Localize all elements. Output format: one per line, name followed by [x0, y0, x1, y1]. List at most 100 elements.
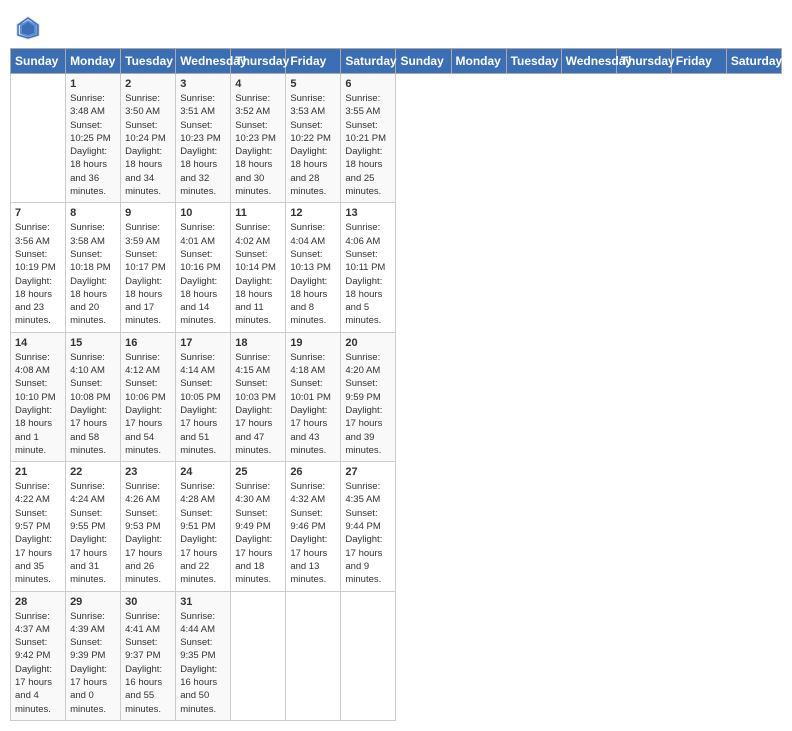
day-info: Sunrise: 3:52 AM Sunset: 10:23 PM Daylig… [235, 92, 281, 198]
day-info: Sunrise: 4:39 AM Sunset: 9:39 PM Dayligh… [70, 610, 116, 716]
day-info: Sunrise: 4:04 AM Sunset: 10:13 PM Daylig… [290, 221, 336, 327]
calendar-cell: 17Sunrise: 4:14 AM Sunset: 10:05 PM Dayl… [176, 332, 231, 461]
calendar-week-5: 28 Sunrise: 4:37 AM Sunset: 9:42 PM Dayli… [11, 591, 782, 720]
day-number: 11 [235, 207, 281, 219]
calendar-cell: 18 Sunrise: 4:15 AM Sunset: 10:03 PM Dayl… [231, 332, 286, 461]
day-number: 12 [290, 207, 336, 219]
calendar-cell: 25 Sunrise: 4:30 AM Sunset: 9:49 PM Dayli… [231, 462, 286, 591]
column-header-tuesday: Tuesday [121, 49, 176, 74]
column-header-thursday: Thursday [231, 49, 286, 74]
day-number: 8 [70, 207, 116, 219]
day-info: Sunrise: 3:48 AM Sunset: 10:25 PM Daylig… [70, 92, 116, 198]
day-info: Sunrise: 3:51 AM Sunset: 10:23 PM Daylig… [180, 92, 226, 198]
calendar-cell: 10Sunrise: 4:01 AM Sunset: 10:16 PM Dayl… [176, 203, 231, 332]
day-info: Sunrise: 4:32 AM Sunset: 9:46 PM Dayligh… [290, 480, 336, 586]
day-number: 22 [70, 466, 116, 478]
day-info: Sunrise: 4:15 AM Sunset: 10:03 PM Daylig… [235, 351, 281, 457]
day-info: Sunrise: 4:18 AM Sunset: 10:01 PM Daylig… [290, 351, 336, 457]
day-number: 26 [290, 466, 336, 478]
day-number: 19 [290, 337, 336, 349]
day-info: Sunrise: 4:12 AM Sunset: 10:06 PM Daylig… [125, 351, 171, 457]
calendar-cell: 27 Sunrise: 4:35 AM Sunset: 9:44 PM Dayli… [341, 462, 396, 591]
day-info: Sunrise: 4:28 AM Sunset: 9:51 PM Dayligh… [180, 480, 226, 586]
day-number: 3 [180, 78, 226, 90]
calendar-cell: 22 Sunrise: 4:24 AM Sunset: 9:55 PM Dayli… [66, 462, 121, 591]
day-number: 31 [180, 596, 226, 608]
calendar-cell: 31Sunrise: 4:44 AM Sunset: 9:35 PM Dayli… [176, 591, 231, 720]
column-header-monday: Monday [451, 49, 506, 74]
calendar-cell: 5 Sunrise: 3:53 AM Sunset: 10:22 PM Dayli… [286, 74, 341, 203]
day-info: Sunrise: 4:35 AM Sunset: 9:44 PM Dayligh… [345, 480, 391, 586]
day-info: Sunrise: 4:02 AM Sunset: 10:14 PM Daylig… [235, 221, 281, 327]
day-number: 7 [15, 207, 61, 219]
logo-icon [14, 14, 42, 42]
calendar-cell [231, 591, 286, 720]
calendar-cell: 7 Sunrise: 3:56 AM Sunset: 10:19 PM Dayli… [11, 203, 66, 332]
calendar-cell: 24 Sunrise: 4:28 AM Sunset: 9:51 PM Dayli… [176, 462, 231, 591]
calendar-header-row: SundayMondayTuesdayWednesdayThursdayFrid… [11, 49, 782, 74]
day-number: 21 [15, 466, 61, 478]
column-header-tuesday: Tuesday [506, 49, 561, 74]
calendar-week-1: 1 Sunrise: 3:48 AM Sunset: 10:25 PM Dayli… [11, 74, 782, 203]
calendar-cell: 19 Sunrise: 4:18 AM Sunset: 10:01 PM Dayl… [286, 332, 341, 461]
day-info: Sunrise: 4:26 AM Sunset: 9:53 PM Dayligh… [125, 480, 171, 586]
calendar-cell: 21Sunrise: 4:22 AM Sunset: 9:57 PM Dayli… [11, 462, 66, 591]
calendar-cell: 23 Sunrise: 4:26 AM Sunset: 9:53 PM Dayli… [121, 462, 176, 591]
day-number: 24 [180, 466, 226, 478]
day-number: 23 [125, 466, 171, 478]
day-info: Sunrise: 4:30 AM Sunset: 9:49 PM Dayligh… [235, 480, 281, 586]
day-number: 14 [15, 337, 61, 349]
calendar-cell [11, 74, 66, 203]
day-info: Sunrise: 3:56 AM Sunset: 10:19 PM Daylig… [15, 221, 61, 327]
day-info: Sunrise: 3:58 AM Sunset: 10:18 PM Daylig… [70, 221, 116, 327]
column-header-saturday: Saturday [341, 49, 396, 74]
calendar-cell: 26 Sunrise: 4:32 AM Sunset: 9:46 PM Dayli… [286, 462, 341, 591]
day-number: 4 [235, 78, 281, 90]
day-number: 5 [290, 78, 336, 90]
day-number: 28 [15, 596, 61, 608]
calendar-week-2: 7 Sunrise: 3:56 AM Sunset: 10:19 PM Dayli… [11, 203, 782, 332]
day-info: Sunrise: 3:59 AM Sunset: 10:17 PM Daylig… [125, 221, 171, 327]
day-info: Sunrise: 4:08 AM Sunset: 10:10 PM Daylig… [15, 351, 61, 457]
column-header-wednesday: Wednesday [561, 49, 616, 74]
day-info: Sunrise: 4:24 AM Sunset: 9:55 PM Dayligh… [70, 480, 116, 586]
day-number: 18 [235, 337, 281, 349]
calendar-cell: 20 Sunrise: 4:20 AM Sunset: 9:59 PM Dayli… [341, 332, 396, 461]
calendar-cell: 28 Sunrise: 4:37 AM Sunset: 9:42 PM Dayli… [11, 591, 66, 720]
day-number: 10 [180, 207, 226, 219]
calendar-cell [286, 591, 341, 720]
day-number: 25 [235, 466, 281, 478]
day-info: Sunrise: 3:53 AM Sunset: 10:22 PM Daylig… [290, 92, 336, 198]
calendar-cell: 4 Sunrise: 3:52 AM Sunset: 10:23 PM Dayli… [231, 74, 286, 203]
day-number: 9 [125, 207, 171, 219]
day-number: 29 [70, 596, 116, 608]
calendar-cell: 1 Sunrise: 3:48 AM Sunset: 10:25 PM Dayli… [66, 74, 121, 203]
calendar-week-3: 14 Sunrise: 4:08 AM Sunset: 10:10 PM Dayl… [11, 332, 782, 461]
calendar-cell: 16 Sunrise: 4:12 AM Sunset: 10:06 PM Dayl… [121, 332, 176, 461]
calendar-table: SundayMondayTuesdayWednesdayThursdayFrid… [10, 48, 782, 721]
day-info: Sunrise: 4:20 AM Sunset: 9:59 PM Dayligh… [345, 351, 391, 457]
column-header-thursday: Thursday [616, 49, 671, 74]
calendar-cell: 14 Sunrise: 4:08 AM Sunset: 10:10 PM Dayl… [11, 332, 66, 461]
calendar-cell [341, 591, 396, 720]
calendar-cell: 12 Sunrise: 4:04 AM Sunset: 10:13 PM Dayl… [286, 203, 341, 332]
column-header-saturday: Saturday [726, 49, 781, 74]
calendar-cell: 30Sunrise: 4:41 AM Sunset: 9:37 PM Dayli… [121, 591, 176, 720]
calendar-cell: 2Sunrise: 3:50 AM Sunset: 10:24 PM Dayli… [121, 74, 176, 203]
day-number: 1 [70, 78, 116, 90]
logo [14, 14, 44, 42]
column-header-monday: Monday [66, 49, 121, 74]
day-info: Sunrise: 4:37 AM Sunset: 9:42 PM Dayligh… [15, 610, 61, 716]
day-number: 27 [345, 466, 391, 478]
calendar-cell: 9 Sunrise: 3:59 AM Sunset: 10:17 PM Dayli… [121, 203, 176, 332]
day-info: Sunrise: 3:50 AM Sunset: 10:24 PM Daylig… [125, 92, 171, 198]
calendar-cell: 29 Sunrise: 4:39 AM Sunset: 9:39 PM Dayli… [66, 591, 121, 720]
calendar-cell: 8 Sunrise: 3:58 AM Sunset: 10:18 PM Dayli… [66, 203, 121, 332]
calendar-cell: 11 Sunrise: 4:02 AM Sunset: 10:14 PM Dayl… [231, 203, 286, 332]
day-number: 16 [125, 337, 171, 349]
day-number: 20 [345, 337, 391, 349]
day-number: 13 [345, 207, 391, 219]
day-info: Sunrise: 4:10 AM Sunset: 10:08 PM Daylig… [70, 351, 116, 457]
day-info: Sunrise: 4:14 AM Sunset: 10:05 PM Daylig… [180, 351, 226, 457]
page-header [10, 10, 782, 42]
